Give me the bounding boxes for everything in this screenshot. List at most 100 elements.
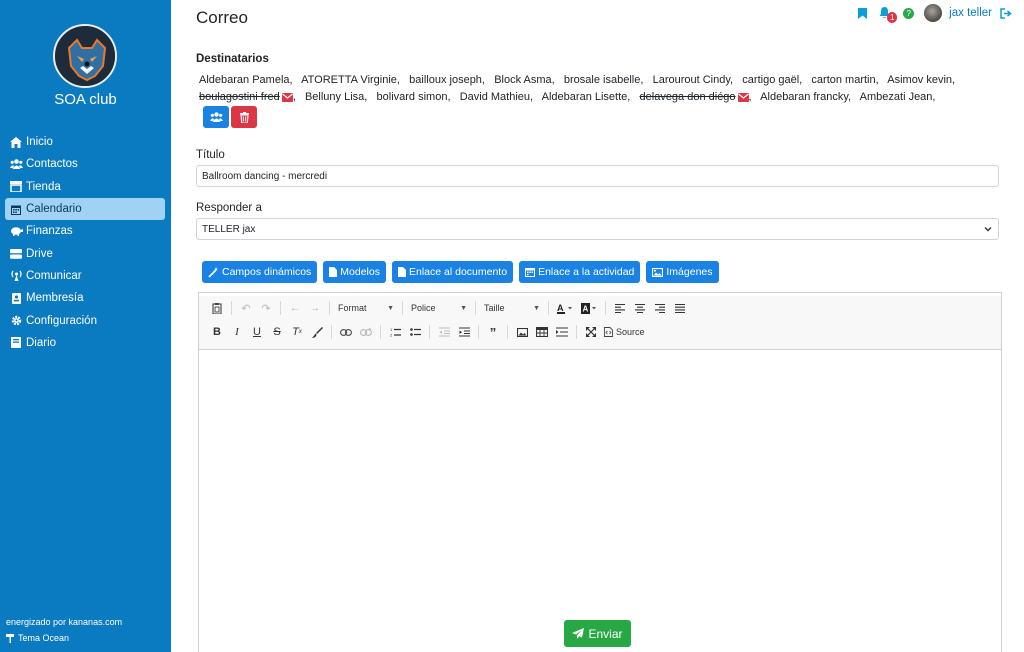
recipient[interactable]: Belluny Lisa, [305, 91, 374, 103]
recipient[interactable]: Aldebaran Pamela, [199, 74, 299, 86]
editor-content-area[interactable] [199, 348, 1001, 652]
user-name-link[interactable]: jax teller [949, 7, 992, 19]
reply-to-label: Responder a [196, 202, 262, 214]
redo-icon[interactable]: ↷ [256, 299, 276, 317]
sidebar-item-label: Membresía [26, 292, 84, 305]
sidebar-item-inicio[interactable]: Inicio [5, 131, 165, 153]
align-center-icon[interactable] [630, 299, 650, 317]
align-left-icon[interactable] [610, 299, 630, 317]
font-dropdown[interactable]: Police ▼ [407, 299, 471, 317]
recipient[interactable]: cartigo gaël, [742, 74, 808, 86]
recipient[interactable]: Block Asma, [494, 74, 561, 86]
toolbar-separator [507, 325, 508, 339]
text-color-icon[interactable]: A [553, 299, 577, 317]
recipient[interactable]: ATORETTA Virginie, [301, 74, 406, 86]
outdent-icon[interactable] [434, 323, 454, 341]
size-dropdown[interactable]: Taille ▼ [480, 299, 544, 317]
rich-text-editor: ↶ ↷ ← → Format ▼ Police ▼ Taille ▼ A A B I … [198, 292, 1002, 652]
bold-icon[interactable]: B [207, 323, 227, 341]
insert-image-icon[interactable] [512, 323, 532, 341]
recipient[interactable]: Aldebaran Lisette, [542, 91, 637, 103]
horizontal-rule-icon[interactable] [552, 323, 572, 341]
maximize-icon[interactable] [581, 323, 601, 341]
logout-icon[interactable] [1000, 7, 1012, 19]
recipient-unsubscribed[interactable]: delavega don diégo, [640, 91, 758, 103]
clear-format-icon[interactable]: Tx [287, 323, 307, 341]
toolbar-separator [402, 301, 403, 315]
paper-plane-icon [572, 628, 585, 639]
users-icon [209, 112, 223, 122]
svg-text:2: 2 [390, 333, 393, 338]
undo-icon[interactable]: ↶ [236, 299, 256, 317]
title-input[interactable]: Ballroom dancing - mercredi [196, 165, 999, 187]
align-right-icon[interactable] [650, 299, 670, 317]
toolbar-separator [576, 325, 577, 339]
sidebar-item-drive[interactable]: Drive [5, 242, 165, 264]
recipients-list: Aldebaran Pamela, ATORETTA Virginie, bai… [199, 72, 979, 106]
indent-icon[interactable] [454, 323, 474, 341]
unlink-icon[interactable] [356, 323, 376, 341]
recipient[interactable]: David Mathieu, [460, 91, 540, 103]
strikethrough-icon[interactable]: S [267, 323, 287, 341]
images-button[interactable]: Imágenes [646, 261, 719, 283]
recipient[interactable]: brosale isabelle, [564, 74, 650, 86]
sidebar-item-contactos[interactable]: Contactos [5, 153, 165, 175]
dynamic-fields-button[interactable]: Campos dinámicos [202, 261, 318, 283]
clear-recipients-button[interactable] [231, 106, 257, 128]
top-bar: 1 ? jax teller [858, 3, 1012, 23]
sidebar-item-membresia[interactable]: Membresía [5, 287, 165, 309]
sidebar-item-finanzas[interactable]: Finanzas [5, 220, 165, 242]
underline-icon[interactable]: U [247, 323, 267, 341]
sidebar-item-comunicar[interactable]: Comunicar [5, 265, 165, 287]
italic-icon[interactable]: I [227, 323, 247, 341]
recipient[interactable]: Aldebaran francky, [760, 91, 857, 103]
recipient-unsubscribed[interactable]: boulagostini fred, [199, 91, 302, 103]
arrow-right-icon[interactable]: → [305, 299, 325, 317]
select-recipients-button[interactable] [203, 106, 229, 128]
club-name: SOA club [54, 91, 117, 108]
recipient[interactable]: Ambezati Jean, [860, 91, 936, 103]
send-button[interactable]: Enviar [564, 620, 631, 647]
activity-link-button[interactable]: Enlace a la actividad [519, 261, 641, 283]
calendar-icon [9, 203, 23, 215]
document-link-button[interactable]: Enlace al documento [392, 261, 514, 283]
sidebar-item-diario[interactable]: Diario [5, 332, 165, 354]
align-justify-icon[interactable] [670, 299, 690, 317]
store-icon [9, 181, 23, 193]
users-icon [9, 158, 23, 170]
table-icon[interactable] [532, 323, 552, 341]
arrow-left-icon[interactable]: ← [285, 299, 305, 317]
background-color-icon[interactable]: A [577, 299, 601, 317]
numbered-list-icon[interactable]: 12 [385, 323, 405, 341]
recipients-label: Destinatarios [196, 53, 269, 65]
sidebar-item-label: Calendario [26, 203, 82, 216]
recipient[interactable]: carton martin, [811, 74, 884, 86]
sidebar-item-configuracion[interactable]: Configuración [5, 309, 165, 331]
toolbar-separator [280, 301, 281, 315]
reply-to-select[interactable]: TELLER jax [196, 218, 999, 240]
reply-to-value: TELLER jax [202, 223, 256, 235]
envelope-icon [281, 93, 293, 102]
link-icon[interactable] [336, 323, 356, 341]
avatar[interactable] [924, 4, 943, 22]
recipient[interactable]: bolivard simon, [377, 91, 457, 103]
recipient[interactable]: Larourout Cindy, [653, 74, 740, 86]
format-dropdown[interactable]: Format ▼ [334, 299, 398, 317]
sidebar-item-tienda[interactable]: Tienda [5, 176, 165, 198]
club-logo[interactable] [53, 24, 117, 88]
paint-brush-icon[interactable] [307, 323, 327, 341]
recipient[interactable]: bailloux joseph, [409, 74, 491, 86]
source-button[interactable]: Source [601, 327, 648, 337]
recipient[interactable]: Asimov kevin, [887, 74, 955, 86]
blockquote-icon[interactable]: ” [483, 323, 503, 341]
theme-label[interactable]: Tema Ocean [6, 633, 69, 643]
toolbar-separator [329, 301, 330, 315]
toolbar-separator [231, 301, 232, 315]
templates-button[interactable]: Modelos [323, 261, 386, 283]
notifications-button[interactable]: 1 [879, 7, 898, 23]
sidebar-item-calendario[interactable]: Calendario [5, 197, 165, 221]
paste-icon[interactable] [207, 299, 227, 317]
help-badge[interactable]: ? [903, 7, 915, 19]
bullet-list-icon[interactable] [405, 323, 425, 341]
bookmark-icon[interactable] [858, 7, 868, 19]
